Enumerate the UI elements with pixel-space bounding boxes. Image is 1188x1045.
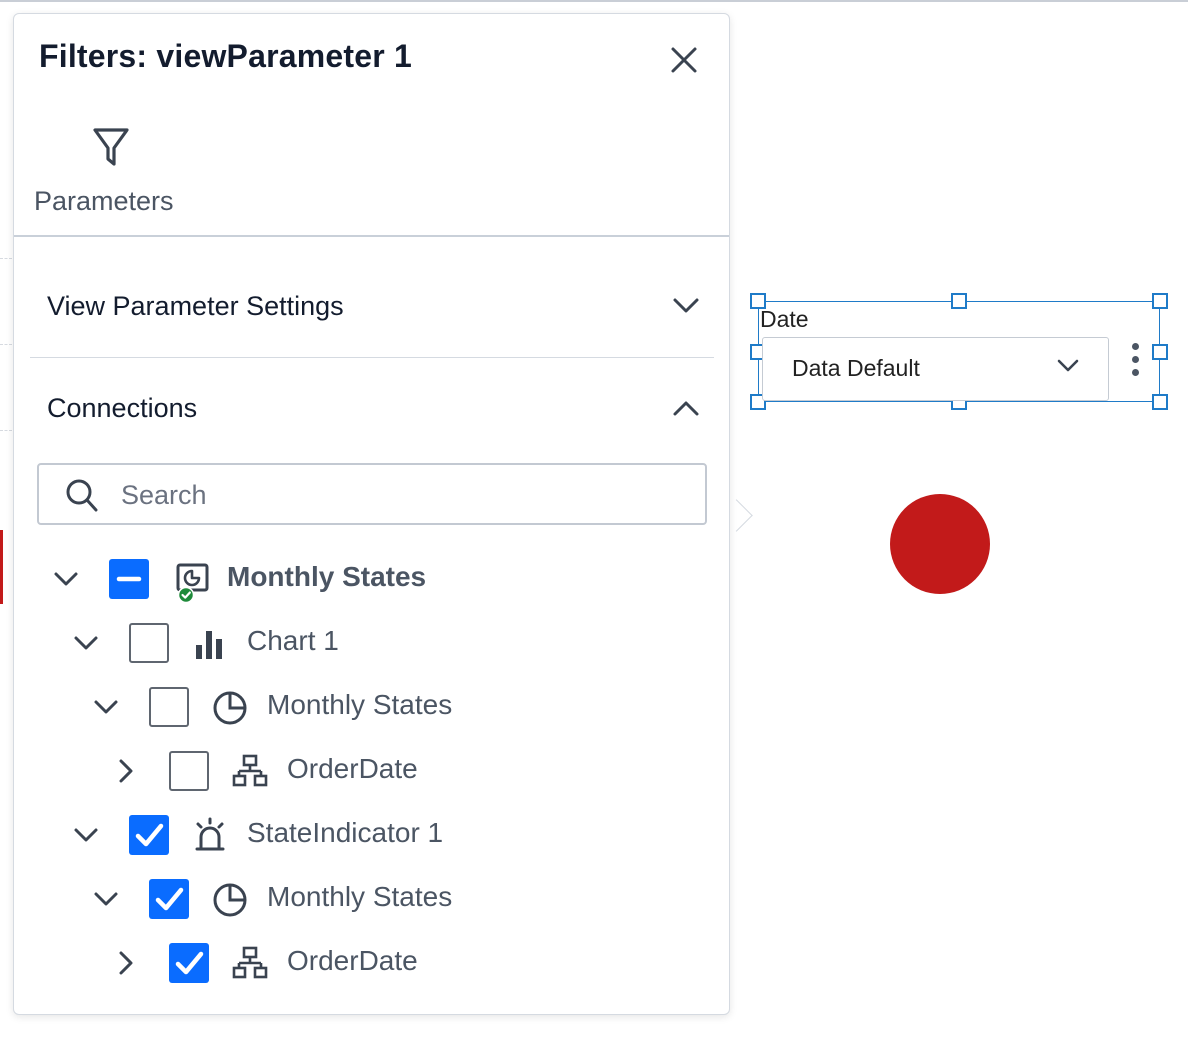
resize-handle[interactable] [1152,344,1168,360]
tree-item-label: Monthly States [227,561,427,592]
checkmark-icon [175,951,204,975]
chevron-right-icon[interactable] [112,949,140,977]
checkbox-unchecked[interactable] [149,687,189,727]
parameter-label: Date [760,306,809,332]
resize-handle[interactable] [1152,293,1168,309]
pie-chart-icon [213,691,247,725]
chevron-right-icon[interactable] [112,757,140,785]
checkbox-unchecked[interactable] [169,751,209,791]
date-dropdown[interactable]: Data Default [762,337,1109,401]
tree-item-label: OrderDate [287,753,418,784]
check-circle-icon [177,586,195,602]
checkbox-checked[interactable] [149,879,189,919]
checkmark-icon [135,823,164,847]
background-gridline [0,258,12,259]
section-divider [30,357,714,358]
section-title: Connections [47,393,198,423]
tab-parameters-label: Parameters [34,186,174,216]
filter-icon [93,128,129,166]
tree-item-label: StateIndicator 1 [247,817,444,848]
section-title: View Parameter Settings [47,291,344,321]
tree-item-label: OrderDate [287,945,418,976]
background-gridline [0,344,12,345]
search-field[interactable] [37,463,707,525]
checkmark-icon [155,887,184,911]
resize-handle[interactable] [1152,394,1168,410]
chevron-down-icon[interactable] [92,885,120,913]
more-options-icon[interactable] [1126,340,1144,382]
chevron-down-icon[interactable] [72,629,100,657]
hierarchy-icon [232,754,268,787]
checkbox-unchecked[interactable] [129,623,169,663]
tree-item-chart-1: Chart 1 [72,621,712,665]
tree-item-label: Chart 1 [247,625,339,656]
chevron-down-icon[interactable] [72,821,100,849]
checkbox-checked[interactable] [129,815,169,855]
panel-title: Filters: viewParameter 1 [39,38,412,74]
hierarchy-icon [232,946,268,979]
tree-item-label: Monthly States [267,689,453,720]
search-icon [66,479,98,512]
header-divider [14,235,729,237]
section-connections[interactable]: Connections [30,369,714,449]
pie-chart-icon [213,883,247,917]
dropdown-value: Data Default [792,355,920,381]
close-icon[interactable] [666,42,702,78]
chevron-down-icon [673,298,699,313]
tree-item-monthly-states-dashboard: Monthly States [52,557,692,602]
resize-handle[interactable] [951,293,967,309]
tree-item-monthly-states-datasource: Monthly States [92,877,732,921]
tab-parameters[interactable]: Parameters [34,122,189,222]
background-gridline [0,430,12,431]
top-border [0,0,1188,2]
state-indicator-circle [890,494,990,594]
section-view-parameter-settings[interactable]: View Parameter Settings [30,267,714,347]
chevron-down-icon[interactable] [52,565,80,593]
siren-icon [195,817,225,851]
tree-item-orderdate: OrderDate [112,749,752,793]
tree-item-orderdate: OrderDate [112,941,752,985]
filters-panel: Filters: viewParameter 1 Parameters View… [13,13,730,1015]
checkbox-partial[interactable] [109,559,149,599]
search-input[interactable] [119,475,683,515]
minus-icon [116,576,142,582]
tree-item-stateindicator-1: StateIndicator 1 [72,813,712,857]
chevron-down-icon [1057,359,1079,372]
chevron-down-icon[interactable] [92,693,120,721]
dashboard-icon [176,563,209,602]
background-chart-bar [0,530,3,604]
bar-chart-icon [196,631,222,659]
tree-item-monthly-states-datasource: Monthly States [92,685,732,729]
checkbox-checked[interactable] [169,943,209,983]
tree-item-label: Monthly States [267,881,453,912]
chevron-up-icon [673,401,699,416]
